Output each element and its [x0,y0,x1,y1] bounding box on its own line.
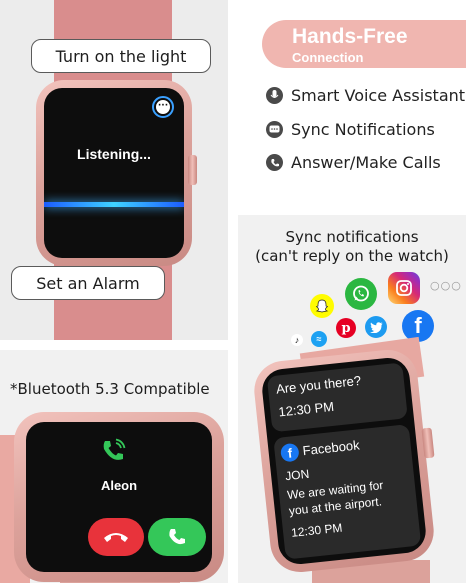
accept-call-button[interactable] [148,518,206,556]
sync-caption-line2: (can't reply on the watch) [255,247,449,265]
caller-name: Aleon [100,478,138,493]
bluetooth-call-panel: *Bluetooth 5.3 Compatible Aleon [0,350,228,583]
hands-free-heading: Hands-Free Connection [262,20,466,68]
tiktok-icon: ♪ [291,334,303,346]
notification-card-2: f Facebook JON We are waiting for you at… [273,424,422,560]
snapchat-icon [310,294,334,318]
watch-screen: Aleon [26,422,212,572]
chat-icon [266,121,283,138]
more-apps-dots: ○○○ [430,279,462,292]
listening-text: Listening... [77,146,151,162]
voice-command-bubble-alarm: Set an Alarm [11,266,165,300]
watch-screen: Are you there? 12:30 PM f Facebook JON W… [260,355,428,567]
feature-label: Sync Notifications [291,120,435,139]
answer-phone-icon [169,529,185,545]
notification-time: 12:30 PM [290,520,344,540]
phone-icon [266,154,283,171]
hang-up-icon [104,533,128,542]
voice-command-bubble-light: Turn on the light [31,39,211,73]
feature-label: Smart Voice Assistant [291,86,466,105]
twitter-icon [365,316,387,338]
instagram-icon [388,272,420,304]
notification-time: 12:30 PM [277,398,335,420]
voice-assistant-icon: ··· [152,96,174,118]
notification-card-1: Are you there? 12:30 PM [266,362,408,433]
bluetooth-caption: *Bluetooth 5.3 Compatible [10,380,210,398]
feature-voice-assistant: Smart Voice Assistant [266,86,465,105]
sync-caption-line1: Sync notifications [285,228,419,246]
sync-notifications-panel: Sync notifications (can't reply on the w… [238,215,466,583]
feature-sync-notifications: Sync Notifications [266,120,435,139]
feature-answer-calls: Answer/Make Calls [266,153,441,172]
voice-wave-bar [44,202,184,207]
facebook-icon: f [279,442,300,463]
whatsapp-icon [345,278,377,310]
feature-label: Answer/Make Calls [291,153,441,172]
heading-subtitle: Connection [292,50,364,65]
messenger-icon: ≈ [311,331,327,347]
watch-crown [188,155,197,185]
pinterest-icon: p [336,318,356,338]
notification-sender: JON [284,466,310,484]
notification-message: Are you there? [275,372,362,397]
voice-assistant-panel: ··· Listening... Turn on the light Set a… [0,0,228,340]
watch-screen: ··· Listening... [44,88,184,258]
notification-app-name: Facebook [301,437,361,459]
decline-call-button[interactable] [88,518,144,556]
watch-crown [421,427,435,459]
incoming-call-icon [100,438,126,464]
heading-title: Hands-Free [292,25,408,48]
microphone-icon [266,87,283,104]
